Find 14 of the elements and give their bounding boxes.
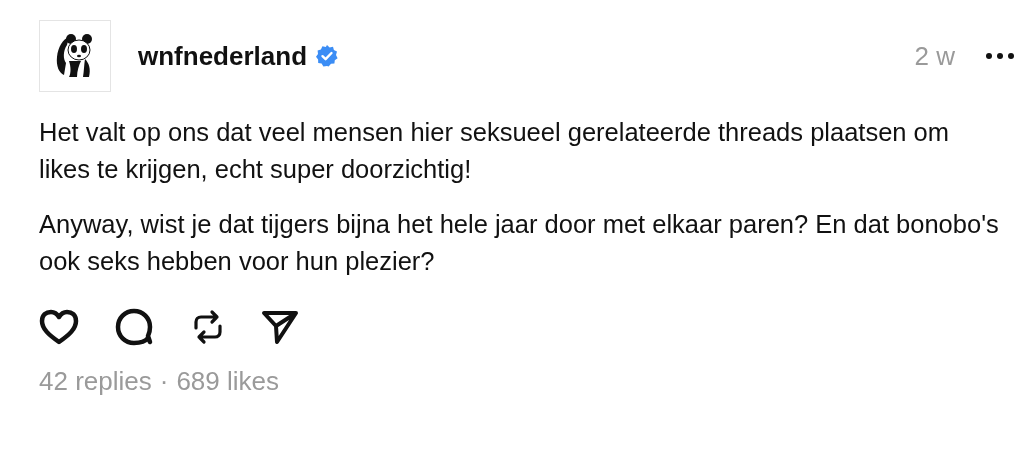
send-icon[interactable] — [261, 309, 299, 345]
post-text: Het valt op ons dat veel mensen hier seksueel gerelateerde threads plaatsen om likes te krijgen, echt super doorzichtig! — [39, 117, 951, 185]
likes-count[interactable]: 689 likes — [176, 366, 280, 397]
avatar[interactable] — [39, 20, 111, 92]
post-text: Anyway, wist je dat tijgers bijna het hele jaar door met elkaar paren? En dat bonobo's ook seks hebben voor hun plezier? — [39, 209, 999, 277]
post-time: 2 w — [914, 40, 955, 72]
replies-count[interactable]: 42 replies — [39, 366, 152, 397]
heart-icon[interactable] — [39, 309, 79, 345]
more-icon[interactable] — [985, 52, 1015, 60]
panda-logo-icon — [55, 33, 95, 79]
username[interactable]: wnfnederland — [138, 40, 307, 72]
repost-icon[interactable] — [191, 308, 225, 346]
separator-dot: · — [159, 366, 169, 397]
comment-icon[interactable] — [115, 308, 155, 346]
